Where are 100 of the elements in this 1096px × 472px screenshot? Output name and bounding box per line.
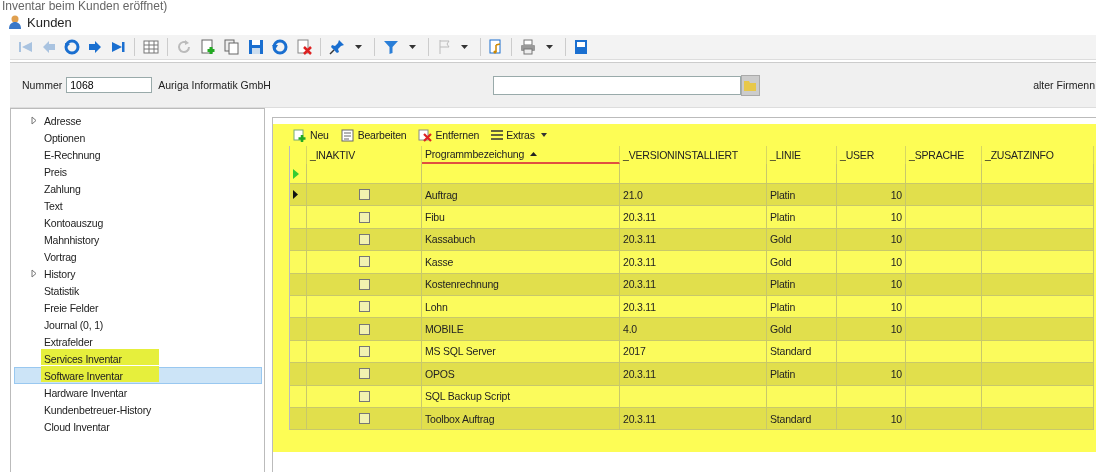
checkbox[interactable] — [358, 323, 370, 335]
toolbar-button[interactable]: Bearbeiten — [340, 128, 407, 142]
table-cell: OPOS — [422, 363, 620, 386]
column-header[interactable]: _ZUSATZINFO — [982, 146, 1094, 164]
checkbox[interactable] — [358, 390, 370, 402]
person-icon — [8, 14, 22, 30]
toolbar-button[interactable]: Entfernen — [418, 128, 480, 142]
new-row-indicator-icon — [293, 168, 299, 179]
checkbox[interactable] — [358, 301, 370, 313]
table-cell: 20.3.11 — [620, 407, 767, 431]
column-header[interactable]: _USER — [837, 146, 906, 164]
table-cell: 20.3.11 — [620, 273, 767, 296]
table-cell: Platin — [767, 273, 837, 296]
table-cell: Platin — [767, 363, 837, 386]
tree-item[interactable]: Journal (0, 1) — [14, 316, 262, 333]
table-cell: 4.0 — [620, 318, 767, 341]
tree-item[interactable]: History — [14, 265, 262, 282]
table-cell: Gold — [767, 318, 837, 341]
tree-item[interactable]: Kontoauszug — [14, 214, 262, 231]
toolbar-button[interactable]: Neu — [293, 128, 329, 142]
folder-icon — [744, 79, 757, 91]
tree-item[interactable]: Services Inventar — [14, 350, 262, 367]
menu-icon — [491, 130, 504, 140]
tree-item[interactable]: Freie Felder — [14, 299, 262, 316]
checkbox[interactable] — [358, 256, 370, 268]
column-header[interactable]: _SPRACHE — [906, 146, 982, 164]
browse-button[interactable] — [740, 74, 760, 96]
tree-item[interactable]: Cloud Inventar — [14, 418, 262, 435]
current-row-indicator-icon — [293, 190, 298, 200]
save-icon[interactable] — [248, 39, 264, 55]
table-cell: MOBILE — [422, 318, 620, 341]
checkbox[interactable] — [358, 189, 370, 201]
tree-item[interactable]: Preis — [14, 163, 262, 180]
table-icon[interactable] — [143, 40, 159, 54]
dropdown-caret-icon[interactable] — [355, 45, 362, 49]
pin-icon[interactable] — [329, 39, 345, 55]
table-cell: Kostenrechnung — [422, 273, 620, 296]
text-field[interactable] — [492, 75, 741, 95]
column-header[interactable]: Programmbezeichung — [422, 146, 620, 164]
tree-item[interactable]: Kundenbetreuer-History — [14, 401, 262, 418]
column-header[interactable]: _LINIE — [767, 146, 837, 164]
table-cell: 20.3.11 — [620, 206, 767, 229]
tree-item[interactable]: Text — [14, 197, 262, 214]
undo-icon[interactable] — [272, 39, 288, 55]
add-record-icon[interactable] — [200, 39, 216, 55]
delete-record-icon[interactable] — [296, 39, 312, 55]
toolbar-button[interactable]: Extras — [491, 129, 547, 141]
table-cell: 10 — [837, 206, 906, 229]
add-icon — [293, 128, 307, 142]
table-cell: 10 — [837, 273, 906, 296]
dropdown-caret-icon — [540, 133, 547, 137]
field-label: alter Firmenn — [1033, 79, 1095, 91]
checkbox[interactable] — [358, 368, 370, 380]
checkbox[interactable] — [358, 278, 370, 290]
last-record-icon[interactable] — [110, 40, 126, 54]
tree-item[interactable]: Statistik — [14, 282, 262, 299]
table-cell: Fibu — [422, 206, 620, 229]
dropdown-caret-icon[interactable] — [461, 45, 468, 49]
tree-item[interactable]: Zahlung — [14, 180, 262, 197]
tree-item[interactable]: Adresse — [14, 112, 262, 129]
window-title: Kunden — [27, 14, 72, 30]
checkbox[interactable] — [358, 211, 370, 223]
table-cell: 10 — [837, 318, 906, 341]
edit-icon — [340, 128, 355, 142]
copy-icon[interactable] — [224, 39, 240, 55]
checkbox[interactable] — [358, 413, 370, 425]
company-name: Auriga Informatik GmbH — [158, 79, 271, 91]
delete-icon — [418, 128, 433, 142]
caption-text: Inventar beim Kunden eröffnet) — [2, 0, 168, 13]
tree-item[interactable]: Hardware Inventar — [14, 384, 262, 401]
sort-ascending-icon — [530, 152, 538, 156]
table-cell: Platin — [767, 206, 837, 229]
table-cell: Kasse — [422, 251, 620, 274]
checkbox[interactable] — [358, 233, 370, 245]
tree-item[interactable]: E-Rechnung — [14, 146, 262, 163]
number-field[interactable]: 1068 — [66, 77, 153, 93]
table-cell: Standard — [767, 407, 837, 431]
form-icon[interactable] — [574, 39, 588, 55]
table-cell: Gold — [767, 251, 837, 274]
table-cell: 10 — [837, 251, 906, 274]
tree-item[interactable]: Vortrag — [14, 248, 262, 265]
tree-item[interactable]: Extrafelder — [14, 333, 262, 350]
tree-item[interactable]: Software Inventar — [14, 367, 262, 384]
table-cell: 20.3.11 — [620, 251, 767, 274]
dropdown-caret-icon[interactable] — [409, 45, 416, 49]
document-icon[interactable] — [489, 39, 503, 55]
field-label: Nummer — [22, 79, 63, 91]
table-cell: Toolbox Auftrag — [422, 407, 620, 431]
column-header[interactable]: _INAKTIV — [307, 146, 422, 164]
table-cell: 10 — [837, 363, 906, 386]
table-cell: SQL Backup Script — [422, 385, 620, 408]
filter-icon[interactable] — [383, 39, 399, 55]
printer-icon[interactable] — [520, 39, 536, 55]
column-header[interactable]: _VERSIONINSTALLIERT — [620, 146, 767, 164]
checkbox[interactable] — [358, 345, 370, 357]
tree-item[interactable]: Optionen — [14, 129, 262, 146]
tree-item[interactable]: Mahnhistory — [14, 231, 262, 248]
next-record-icon[interactable] — [88, 40, 102, 54]
dropdown-caret-icon[interactable] — [546, 45, 553, 49]
table-cell: 10 — [837, 407, 906, 431]
